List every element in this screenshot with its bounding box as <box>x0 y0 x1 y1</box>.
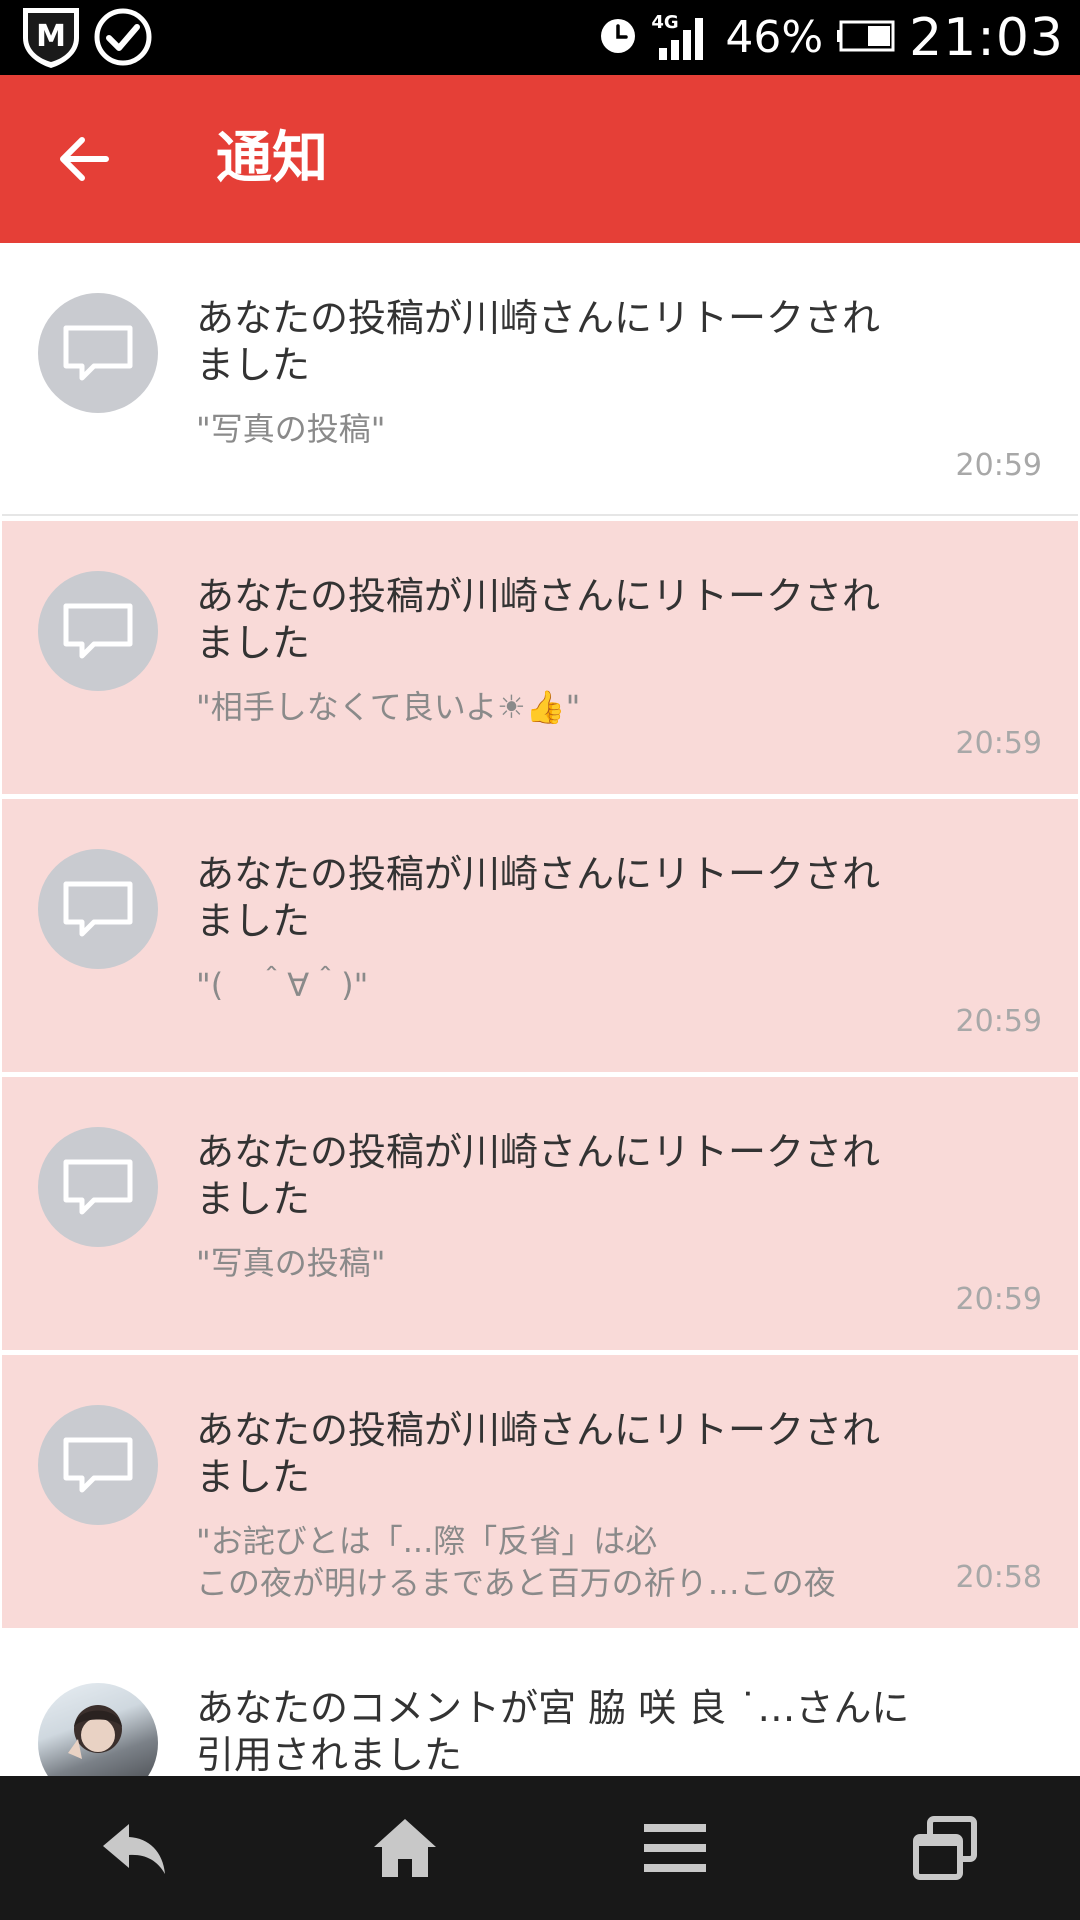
chat-bubble-icon <box>38 849 158 969</box>
signal-icon: 4G <box>651 13 711 62</box>
notification-title: あなたの投稿が川崎さんにリトークされました <box>196 574 881 665</box>
notification-time: 20:59 <box>955 448 1042 483</box>
status-clock: 21:03 <box>909 7 1064 68</box>
notification-item[interactable]: あなたの投稿が川崎さんにリトークされました "お詫びとは「...際「反省」は必 … <box>2 1355 1078 1628</box>
notification-time: 20:59 <box>955 726 1042 761</box>
notification-time: 20:59 <box>955 1282 1042 1317</box>
back-arrow-icon <box>103 1824 165 1874</box>
nav-recent-apps-button[interactable] <box>875 1793 1015 1903</box>
nav-home-button[interactable] <box>335 1793 475 1903</box>
notification-snippet: "写真の投稿" <box>196 1244 386 1282</box>
arrow-left-icon <box>60 137 109 181</box>
notification-title: あなたの投稿が川崎さんにリトークされました <box>196 296 881 387</box>
notification-time: 20:58 <box>955 1560 1042 1595</box>
page-title: 通知 <box>216 126 328 191</box>
battery-icon <box>837 20 895 56</box>
nav-back-button[interactable] <box>65 1793 205 1903</box>
notification-snippet: "相手しなくて良いよ☀👍" <box>196 688 581 726</box>
notification-title: あなたの投稿が川崎さんにリトークされました <box>196 1408 881 1499</box>
notification-list[interactable]: あなたの投稿が川崎さんにリトークされました "写真の投稿" 20:59 あなたの… <box>0 243 1080 1776</box>
notification-item[interactable]: あなたのコメントが宮 脇 咲 良 ˙…さんに引用されました <box>2 1633 1078 1776</box>
notification-snippet: "写真の投稿" <box>196 410 386 448</box>
nav-menu-button[interactable] <box>605 1793 745 1903</box>
notification-time: 20:59 <box>955 1004 1042 1039</box>
notification-item[interactable]: あなたの投稿が川崎さんにリトークされました "写真の投稿" 20:59 <box>2 1077 1078 1350</box>
notification-title: あなたの投稿が川崎さんにリトークされました <box>196 1130 881 1221</box>
notification-snippet: "( ＾∀＾)" <box>196 966 369 1004</box>
chat-bubble-icon <box>38 571 158 691</box>
notification-item[interactable]: あなたの投稿が川崎さんにリトークされました "相手しなくて良いよ☀👍" 20:5… <box>2 521 1078 794</box>
status-left-icons: M <box>18 6 152 72</box>
system-nav-bar <box>0 1776 1080 1920</box>
shield-m-icon: M <box>18 4 84 74</box>
app-bar: 通知 <box>0 75 1080 243</box>
chat-bubble-icon <box>38 1405 158 1525</box>
notification-item[interactable]: あなたの投稿が川崎さんにリトークされました "写真の投稿" 20:59 <box>2 243 1078 516</box>
notification-item[interactable]: あなたの投稿が川崎さんにリトークされました "( ＾∀＾)" 20:59 <box>2 799 1078 1072</box>
alarm-icon <box>599 17 637 59</box>
notification-snippet: "お詫びとは「...際「反省」は必 この夜が明けるまであと百万の祈り…この夜 <box>196 1522 836 1602</box>
check-circle-icon <box>94 8 152 70</box>
battery-percent: 46% <box>725 11 824 63</box>
status-bar: M 4G 46% 21:03 <box>0 0 1080 75</box>
menu-icon <box>644 1824 706 1872</box>
user-photo-avatar <box>38 1683 158 1776</box>
notification-title: あなたのコメントが宮 脇 咲 良 ˙…さんに引用されました <box>196 1686 910 1776</box>
svg-text:M: M <box>36 19 66 54</box>
recent-apps-icon <box>913 1816 977 1880</box>
status-right-icons: 4G 46% 21:03 <box>599 0 1064 75</box>
chat-bubble-icon <box>38 293 158 413</box>
back-button[interactable] <box>46 121 122 197</box>
home-icon <box>374 1819 436 1877</box>
notification-title: あなたの投稿が川崎さんにリトークされました <box>196 852 881 943</box>
chat-bubble-icon <box>38 1127 158 1247</box>
